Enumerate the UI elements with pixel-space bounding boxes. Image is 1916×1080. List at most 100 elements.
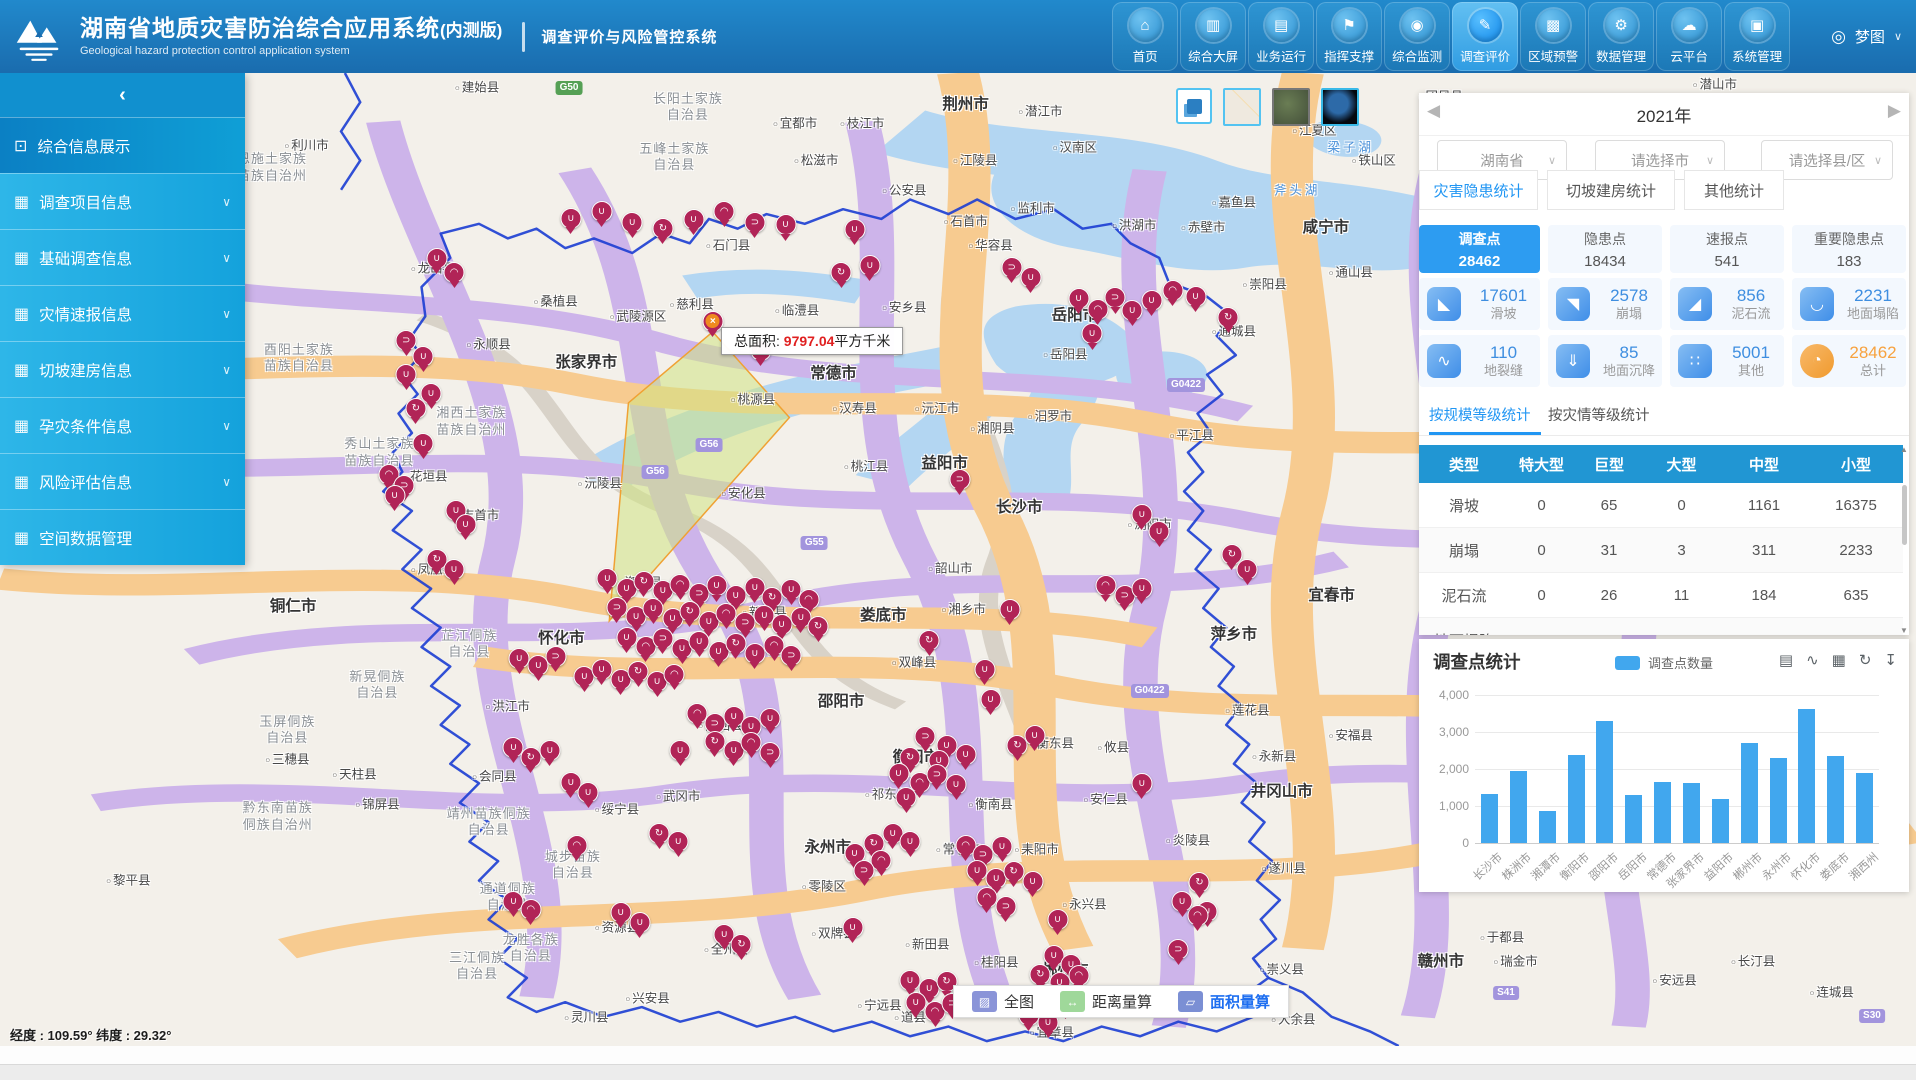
hazard-marker[interactable]: ∪ (539, 740, 560, 761)
hazard-marker[interactable]: ↻ (633, 571, 654, 592)
hazard-marker[interactable]: ↻ (1189, 872, 1210, 893)
hazard-marker[interactable]: ∪ (643, 598, 664, 619)
sidebar-item-风险评估信息[interactable]: ▦风险评估信息∨ (0, 453, 245, 509)
hazard-marker[interactable]: ⊃ (1001, 257, 1022, 278)
hazard-marker[interactable]: ∪ (528, 655, 549, 676)
hazard-marker[interactable]: ◠ (670, 574, 691, 595)
hazard-marker[interactable]: ◠ (444, 262, 465, 283)
hazard-marker[interactable]: ⊃ (781, 645, 802, 666)
scroll-down-icon[interactable]: ▼ (1900, 626, 1908, 635)
hazard-marker[interactable]: ↻ (831, 262, 852, 283)
hazard-marker[interactable]: ∪ (622, 212, 643, 233)
year-prev-icon[interactable]: ◀ (1427, 101, 1440, 121)
hazard-marker[interactable]: ∪ (616, 627, 637, 648)
type-card-泥石流[interactable]: ◢856泥石流 (1670, 278, 1784, 330)
hazard-marker[interactable]: ∪ (900, 970, 921, 991)
hazard-marker[interactable]: ∪ (1172, 891, 1193, 912)
hazard-marker[interactable]: ⊃ (606, 597, 627, 618)
table-row[interactable]: 崩塌03133112233 (1419, 528, 1903, 573)
hazard-marker[interactable]: ∪ (1131, 773, 1152, 794)
type-card-地裂缝[interactable]: ∿110地裂缝 (1419, 335, 1540, 387)
type-card-地面塌陷[interactable]: ◡2231地面塌陷 (1792, 278, 1906, 330)
hazard-marker[interactable]: ∪ (859, 255, 880, 276)
hazard-marker[interactable]: ∪ (396, 364, 417, 385)
hazard-marker[interactable]: ⊃ (926, 764, 947, 785)
table-row[interactable]: 滑坡0650116116375 (1419, 483, 1903, 528)
nav-item-综合监测[interactable]: ◉综合监测 (1384, 2, 1450, 71)
bar-常德市[interactable] (1654, 782, 1671, 843)
hazard-marker[interactable]: ↻ (919, 630, 940, 651)
hazard-marker[interactable]: ↻ (405, 398, 426, 419)
line-chart-icon[interactable]: ∿ (1806, 651, 1819, 669)
close-icon[interactable]: × (706, 314, 720, 328)
nav-item-云平台[interactable]: ☁云平台 (1656, 2, 1722, 71)
hazard-marker[interactable]: ↻ (1030, 964, 1051, 985)
hazard-marker[interactable]: ⊃ (744, 212, 765, 233)
hazard-marker[interactable]: ∪ (1185, 286, 1206, 307)
hazard-marker[interactable]: ∪ (1082, 323, 1103, 344)
user-chevron-down-icon[interactable]: ∨ (1894, 30, 1902, 43)
nav-item-指挥支撑[interactable]: ⚑指挥支撑 (1316, 2, 1382, 71)
bar-岳阳市[interactable] (1625, 795, 1642, 843)
hazard-marker[interactable]: ◠ (566, 835, 587, 856)
summary-card-调查点[interactable]: 调查点28462 (1419, 225, 1540, 273)
hazard-marker[interactable]: ∪ (992, 836, 1013, 857)
bar-湘西州[interactable] (1856, 773, 1873, 843)
chevron-down-icon[interactable]: ∨ (222, 195, 231, 209)
hazard-marker[interactable]: ↻ (679, 601, 700, 622)
hazard-marker[interactable]: ∪ (775, 214, 796, 235)
hazard-marker[interactable]: ⊃ (995, 896, 1016, 917)
hazard-marker[interactable]: ∪ (509, 648, 530, 669)
hazard-marker[interactable]: ∪ (591, 659, 612, 680)
download-icon[interactable]: ↧ (1884, 651, 1897, 669)
bar-株洲市[interactable] (1510, 771, 1527, 843)
hazard-marker[interactable]: ∪ (629, 912, 650, 933)
hazard-marker[interactable]: ↻ (1003, 861, 1024, 882)
hazard-marker[interactable]: ◠ (1187, 905, 1208, 926)
hazard-marker[interactable]: ∪ (444, 559, 465, 580)
hazard-marker[interactable]: ∪ (689, 631, 710, 652)
nav-item-综合大屏[interactable]: ▥综合大屏 (1180, 2, 1246, 71)
table-row[interactable]: 地面塌陷07593051752 (1419, 618, 1903, 636)
hazard-marker[interactable]: ↻ (652, 218, 673, 239)
hazard-marker[interactable]: ∪ (1149, 521, 1170, 542)
table-scrollbar[interactable]: ▲ ▼ (1902, 445, 1908, 635)
eye-icon[interactable]: ◎ (1831, 27, 1846, 47)
nav-item-数据管理[interactable]: ⚙数据管理 (1588, 2, 1654, 71)
maptool-面积量算[interactable]: ▱面积量算 (1178, 991, 1270, 1012)
hazard-marker[interactable]: ◠ (976, 887, 997, 908)
hazard-marker[interactable]: ∪ (1024, 725, 1045, 746)
hazard-marker[interactable]: ∪ (683, 209, 704, 230)
layers-icon[interactable] (1176, 88, 1212, 124)
hazard-marker[interactable]: ∪ (597, 568, 618, 589)
chevron-down-icon[interactable]: ∨ (222, 307, 231, 321)
sidebar-item-综合信息展示[interactable]: ⊡综合信息展示 (0, 117, 245, 173)
hazard-marker[interactable]: ∪ (955, 744, 976, 765)
hazard-marker[interactable]: ∪ (888, 763, 909, 784)
tab-灾害隐患统计[interactable]: 灾害隐患统计 (1419, 170, 1538, 210)
hazard-marker[interactable]: ∪ (668, 831, 689, 852)
globe-basemap-thumbnail[interactable] (1321, 88, 1359, 126)
bar-邵阳市[interactable] (1596, 721, 1613, 843)
hazard-marker[interactable]: ∪ (905, 992, 926, 1013)
bar-chart-icon[interactable]: ▦ (1832, 651, 1846, 669)
type-card-地面沉降[interactable]: ⇓85地面沉降 (1548, 335, 1662, 387)
maptool-距离量算[interactable]: ↔距离量算 (1060, 991, 1152, 1012)
hazard-marker[interactable]: ◠ (741, 732, 762, 753)
user-block[interactable]: ◎ 梦图 ∨ (1831, 26, 1902, 47)
tab-切坡建房统计[interactable]: 切坡建房统计 (1547, 170, 1675, 210)
nav-item-系统管理[interactable]: ▣系统管理 (1724, 2, 1790, 71)
hazard-marker[interactable]: ∪ (842, 917, 863, 938)
satellite-basemap-thumbnail[interactable] (1272, 88, 1310, 126)
scroll-up-icon[interactable]: ▲ (1900, 445, 1908, 454)
hazard-marker[interactable]: ∪ (974, 659, 995, 680)
hazard-marker[interactable]: ∪ (1237, 559, 1258, 580)
summary-card-重要隐患点[interactable]: 重要隐患点183 (1792, 225, 1906, 273)
hazard-marker[interactable]: ↻ (520, 747, 541, 768)
year-next-icon[interactable]: ▶ (1888, 101, 1901, 121)
hazard-marker[interactable]: ⊃ (854, 860, 875, 881)
chevron-down-icon[interactable]: ∨ (222, 419, 231, 433)
hazard-marker[interactable]: ∪ (670, 740, 691, 761)
hazard-marker[interactable]: ∪ (426, 248, 447, 269)
hazard-marker[interactable]: ↻ (704, 731, 725, 752)
